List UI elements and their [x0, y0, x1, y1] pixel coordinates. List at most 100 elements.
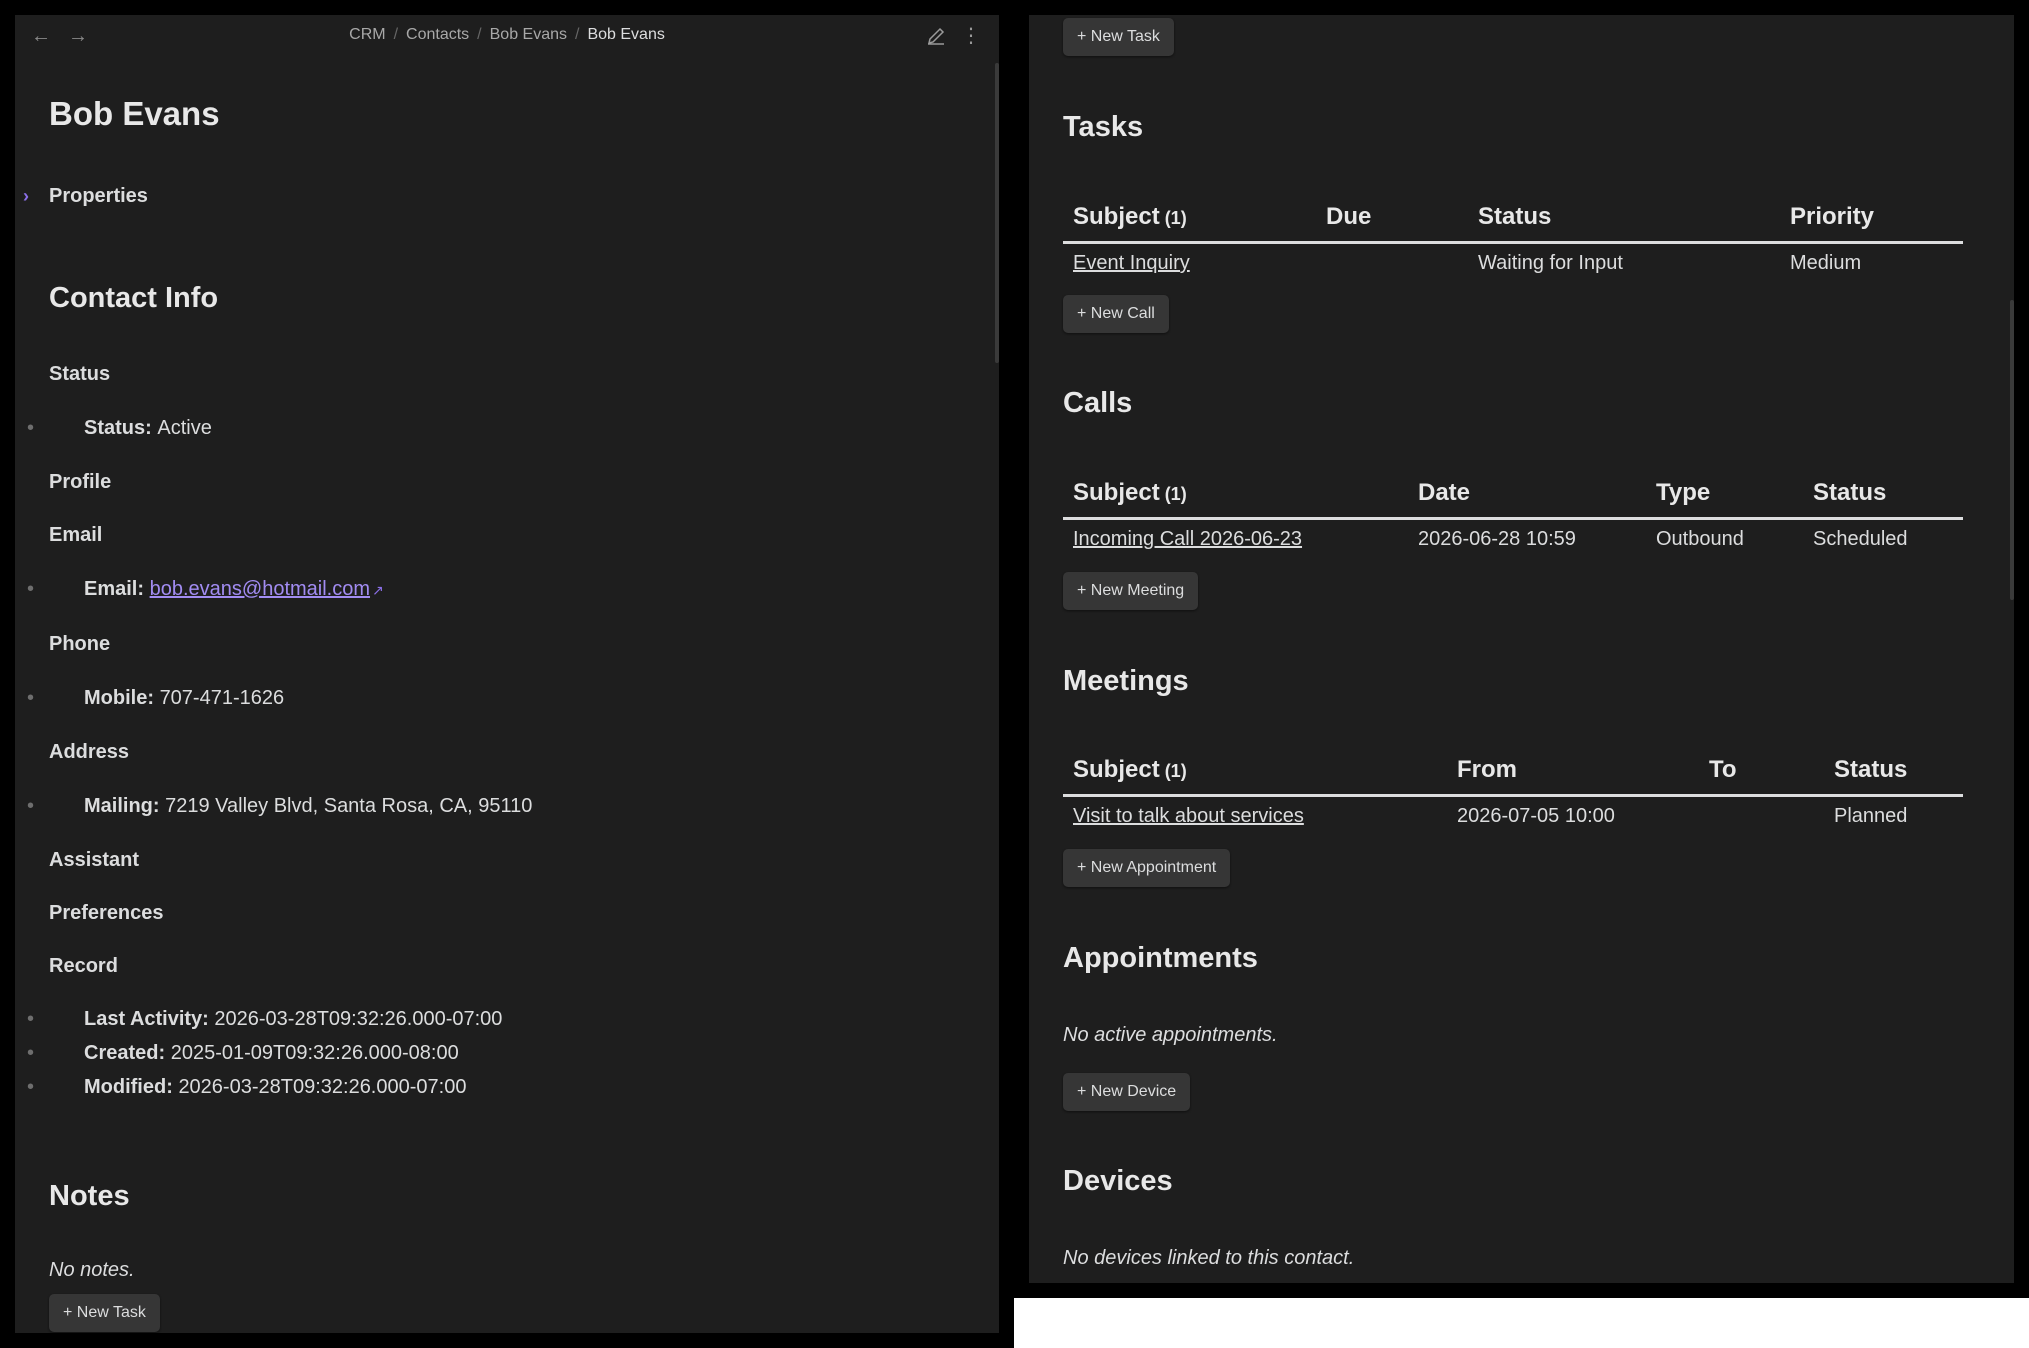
meetings-table: Subject (1) From To Status Visit to talk … [1063, 746, 1963, 839]
devices-empty-text: No devices linked to this contact. [1063, 1247, 1355, 1269]
appointments-heading: Appointments [1063, 942, 1258, 974]
edit-button[interactable] [923, 23, 949, 49]
scrollbar[interactable] [995, 63, 999, 363]
table-row: Visit to talk about services 2026-07-05 … [1063, 797, 1963, 839]
mobile-value: 707-471-1626 [159, 687, 285, 709]
column-due[interactable]: Due [1326, 203, 1371, 231]
appointments-empty-text: No active appointments. [1063, 1024, 1278, 1046]
profile-heading: Profile [49, 471, 112, 493]
pencil-icon [927, 27, 945, 45]
call-subject-link[interactable]: Incoming Call 2026-06-23 [1073, 528, 1302, 551]
tasks-table: Subject (1) Due Status Priority Event Inq… [1063, 193, 1963, 286]
breadcrumb-separator: / [477, 26, 482, 43]
meeting-status: Planned [1834, 805, 1908, 827]
breadcrumb: CRM / Contacts / Bob Evans / Bob Evans [15, 26, 999, 44]
column-to[interactable]: To [1709, 756, 1737, 784]
column-status[interactable]: Status [1813, 479, 1886, 507]
breadcrumb-crm[interactable]: CRM [349, 26, 385, 43]
created-item: Created:2025-01-09T09:32:26.000-08:00 [27, 1042, 459, 1065]
table-row: Incoming Call 2026-06-23 2026-06-28 10:5… [1063, 520, 1963, 562]
last-activity-key: Last Activity: [84, 1008, 209, 1030]
call-date: 2026-06-28 10:59 [1418, 528, 1576, 550]
status-value: Active [157, 417, 212, 439]
column-subject[interactable]: Subject (1) [1073, 203, 1187, 231]
record-heading: Record [49, 955, 118, 977]
table-header: Subject (1) From To Status [1063, 746, 1963, 797]
new-call-button[interactable]: + New Call [1063, 295, 1169, 333]
mailing-value: 7219 Valley Blvd, Santa Rosa, CA, 95110 [165, 795, 533, 817]
modified-key: Modified: [84, 1076, 173, 1098]
mailing-key: Mailing: [84, 795, 160, 817]
new-device-button[interactable]: + New Device [1063, 1073, 1191, 1111]
call-type: Outbound [1656, 528, 1744, 550]
properties-toggle[interactable]: › Properties [23, 185, 148, 208]
preferences-heading: Preferences [49, 902, 164, 924]
devices-heading: Devices [1063, 1165, 1173, 1197]
email-item: Email:bob.evans@hotmail.com↗ [27, 578, 384, 601]
created-key: Created: [84, 1042, 166, 1064]
table-row: Event Inquiry Waiting for Input Medium [1063, 244, 1963, 286]
chevron-right-icon: › [23, 186, 29, 206]
mobile-item: Mobile:707-471-1626 [27, 687, 285, 710]
table-header: Subject (1) Date Type Status [1063, 469, 1963, 520]
email-key: Email: [84, 578, 145, 600]
page-title: Bob Evans [49, 95, 220, 132]
phone-heading: Phone [49, 633, 111, 655]
modified-value: 2026-03-28T09:32:26.000-07:00 [178, 1076, 467, 1098]
scrollbar[interactable] [2010, 300, 2014, 600]
meetings-heading: Meetings [1063, 665, 1189, 697]
modified-item: Modified:2026-03-28T09:32:26.000-07:00 [27, 1076, 467, 1099]
last-activity-item: Last Activity:2026-03-28T09:32:26.000-07… [27, 1008, 503, 1031]
more-options-button[interactable]: ⋮ [958, 23, 984, 49]
properties-label: Properties [49, 185, 148, 207]
calls-heading: Calls [1063, 387, 1133, 419]
breadcrumb-separator: / [393, 26, 399, 43]
new-meeting-button[interactable]: + New Meeting [1063, 572, 1199, 610]
new-task-button[interactable]: + New Task [1063, 18, 1174, 56]
notes-empty-text: No notes. [49, 1259, 135, 1281]
call-status: Scheduled [1813, 528, 1908, 550]
status-heading: Status [49, 363, 111, 385]
task-status: Waiting for Input [1478, 252, 1623, 274]
row-count: (1) [1164, 208, 1187, 228]
status-key: Status: [84, 417, 152, 439]
column-status[interactable]: Status [1478, 203, 1551, 231]
column-priority[interactable]: Priority [1790, 203, 1874, 231]
task-priority: Medium [1790, 252, 1862, 274]
right-note-pane: + New Task Tasks Subject (1) Due Status P… [1029, 15, 2014, 1283]
notes-heading: Notes [49, 1180, 130, 1212]
task-subject-link[interactable]: Event Inquiry [1073, 252, 1190, 275]
column-from[interactable]: From [1457, 756, 1517, 784]
created-value: 2025-01-09T09:32:26.000-08:00 [170, 1042, 459, 1064]
new-appointment-button[interactable]: + New Appointment [1063, 849, 1231, 887]
row-count: (1) [1164, 761, 1187, 781]
contact-info-heading: Contact Info [49, 282, 219, 314]
breadcrumb-bob-evans[interactable]: Bob Evans [490, 26, 567, 43]
breadcrumb-current: Bob Evans [587, 26, 665, 43]
left-note-pane: ← → CRM / Contacts / Bob Evans / Bob Evans ⋮ B… [15, 15, 999, 1333]
view-header: ← → CRM / Contacts / Bob Evans / Bob Evans ⋮ [15, 15, 999, 57]
mailing-item: Mailing:7219 Valley Blvd, Santa Rosa, CA… [27, 795, 533, 818]
meeting-subject-link[interactable]: Visit to talk about services [1073, 805, 1304, 828]
column-type[interactable]: Type [1656, 479, 1710, 507]
breadcrumb-contacts[interactable]: Contacts [406, 26, 469, 43]
assistant-heading: Assistant [49, 849, 140, 871]
email-heading: Email [49, 524, 103, 546]
row-count: (1) [1164, 484, 1187, 504]
column-subject[interactable]: Subject (1) [1073, 479, 1187, 507]
new-task-button[interactable]: + New Task [49, 1294, 160, 1332]
column-status[interactable]: Status [1834, 756, 1907, 784]
status-item: Status:Active [27, 417, 212, 440]
breadcrumb-separator: / [575, 26, 580, 43]
tasks-heading: Tasks [1063, 111, 1144, 143]
address-heading: Address [49, 741, 130, 763]
vertical-dots-icon: ⋮ [961, 25, 981, 47]
desktop-background [1014, 1298, 2029, 1348]
calls-table: Subject (1) Date Type Status Incoming Cal… [1063, 469, 1963, 562]
table-header: Subject (1) Due Status Priority [1063, 193, 1963, 244]
last-activity-value: 2026-03-28T09:32:26.000-07:00 [214, 1008, 503, 1030]
mobile-key: Mobile: [84, 687, 154, 709]
column-date[interactable]: Date [1418, 479, 1470, 507]
column-subject[interactable]: Subject (1) [1073, 756, 1187, 784]
email-link[interactable]: bob.evans@hotmail.com [150, 578, 370, 600]
